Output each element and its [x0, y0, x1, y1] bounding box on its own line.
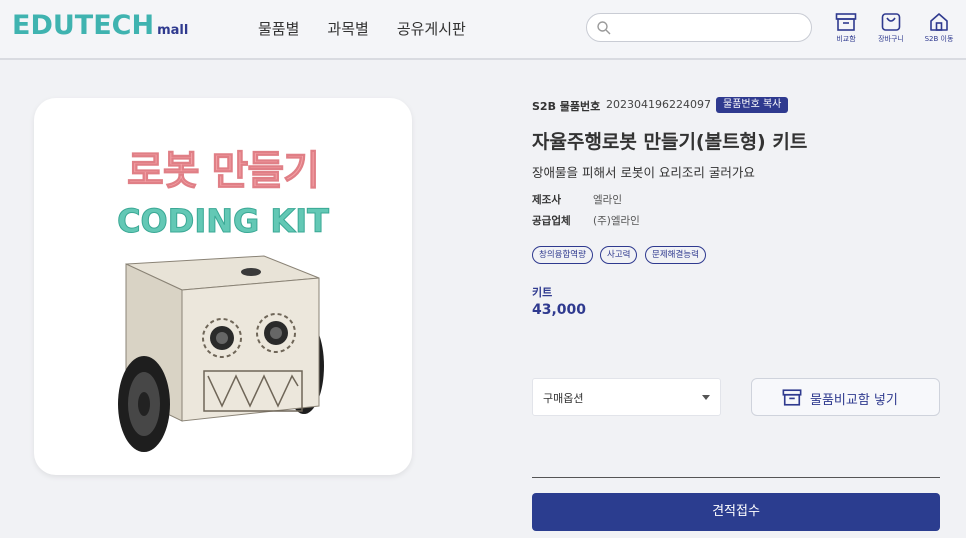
compare-box-label: 비교함 [836, 35, 856, 43]
nav-item-board[interactable]: 공유게시판 [397, 18, 466, 39]
logo[interactable]: EDUTECH mall [12, 10, 188, 41]
add-to-compare-button[interactable]: 물품비교함 넣기 [751, 378, 940, 416]
product-image-card: 로봇 만들기 CODING KIT [34, 98, 412, 475]
cart-link[interactable]: 장바구니 [871, 12, 911, 44]
s2b-link[interactable]: S2B 이동 [919, 12, 959, 44]
image-title-kit: CODING KIT [117, 202, 330, 241]
supplier-label: 공급업체 [532, 215, 571, 227]
tag-problem-solving[interactable]: 문제해결능력 [645, 246, 706, 264]
s2b-number-label: S2B 물품번호 [532, 100, 601, 113]
price-label: 키트 [532, 286, 553, 299]
product-title: 자율주행로봇 만들기(볼트형) 키트 [532, 131, 808, 153]
chevron-down-icon [702, 395, 710, 400]
product-subtitle: 장애물을 피해서 로봇이 요리조리 굴러가요 [532, 165, 755, 180]
logo-main-text: EDUTECH [12, 10, 155, 41]
search-box [586, 13, 812, 42]
s2b-number-value: 202304196224097 [606, 98, 711, 111]
image-title-robot: 로봇 만들기 [127, 148, 321, 195]
robot-kit-image [118, 255, 324, 452]
manufacturer-label: 제조사 [532, 194, 561, 206]
tag-creativity[interactable]: 창의융합역량 [532, 246, 593, 264]
manufacturer-value: 엘라인 [593, 194, 622, 206]
divider [532, 477, 940, 478]
quote-request-button[interactable]: 견적접수 [532, 493, 940, 531]
search-input[interactable] [617, 18, 802, 38]
purchase-option-select[interactable]: 구매옵션 [532, 378, 721, 416]
supplier-value: (주)엘라인 [593, 215, 640, 227]
copy-number-button[interactable]: 물품번호 복사 [716, 97, 789, 113]
purchase-option-value: 구매옵션 [543, 392, 584, 405]
archive-icon [835, 13, 857, 31]
top-header: EDUTECH mall 물품별 과목별 공유게시판 비교함 장바구니 S2B … [0, 0, 966, 60]
home-icon [930, 13, 948, 31]
s2b-label: S2B 이동 [924, 35, 954, 43]
cart-label: 장바구니 [878, 35, 904, 43]
tag-thinking[interactable]: 사고력 [600, 246, 638, 264]
add-to-compare-label: 물품비교함 넣기 [810, 393, 898, 408]
nav-item-subjects[interactable]: 과목별 [327, 18, 368, 39]
price-value: 43,000 [532, 302, 587, 318]
archive-icon [782, 389, 802, 406]
shopping-bag-icon [881, 13, 901, 31]
logo-sub-text: mall [157, 23, 189, 38]
search-icon[interactable] [596, 20, 612, 36]
nav-item-products[interactable]: 물품별 [258, 18, 299, 39]
compare-box-link[interactable]: 비교함 [826, 12, 866, 44]
main-nav: 물품별 과목별 공유게시판 [258, 18, 466, 39]
